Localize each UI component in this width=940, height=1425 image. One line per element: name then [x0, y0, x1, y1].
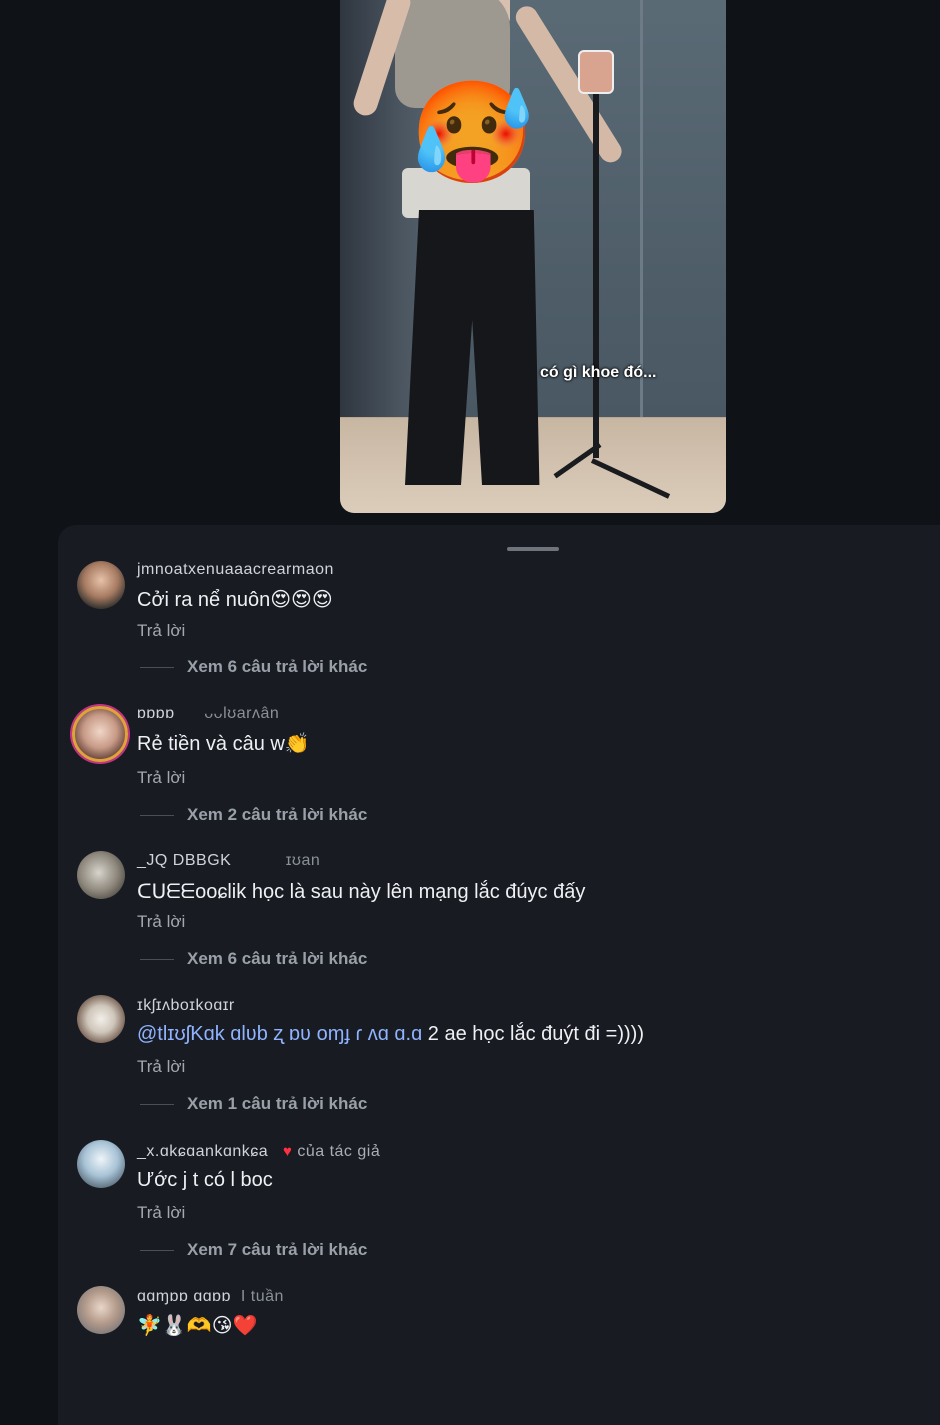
tripod-phone: [578, 50, 614, 94]
comment-username[interactable]: ɪkʃɪʌboɪkoɑɪr: [137, 997, 235, 1015]
comment-text: @tlɪʊʃKɑk ɑlʋb ʐ ɒʋ oɱɟ ɾ ʌɑ ɑ.ɑ 2 ae họ…: [137, 1023, 644, 1046]
comment-username[interactable]: ɑɑɱɒɒ ɑɑɒɒ I tuần: [137, 1288, 284, 1306]
view-more-replies-button[interactable]: Xem 6 câu trả lời khác: [187, 657, 367, 677]
username-text[interactable]: ɒɒɒɒ: [137, 705, 175, 722]
view-more-replies-button[interactable]: Xem 6 câu trả lời khác: [187, 949, 367, 969]
comment-username[interactable]: _x.ɑkɕɑankɑnkɕa ♥ của tác giả: [137, 1143, 380, 1161]
comment-text-body: Rẻ tiền và câu w: [137, 733, 285, 755]
more-replies-line: [140, 1104, 174, 1105]
view-more-replies-button[interactable]: Xem 7 câu trả lời khác: [187, 1240, 367, 1260]
comment-text: Cởi ra nể nuôn😍😍😍: [137, 587, 333, 612]
reply-button[interactable]: Trả lời: [137, 1203, 185, 1223]
video-caption: có gì khoe đó...: [540, 364, 657, 381]
view-more-replies-button[interactable]: Xem 2 câu trả lời khác: [187, 805, 367, 825]
comment-username[interactable]: jmnoatxenuaaacrearmaon: [137, 561, 334, 579]
username-text[interactable]: _JQ DBBGK: [137, 852, 231, 869]
video-player[interactable]: 🥵 có gì khoe đó...: [340, 0, 726, 513]
tripod-pole: [593, 78, 599, 458]
comment-text-prefix: ᑕᑌᗴᗴooɕlik: [137, 881, 247, 903]
reply-button[interactable]: Trả lời: [137, 621, 185, 641]
avatar[interactable]: [72, 706, 128, 762]
comment-time: I tuần: [240, 1288, 284, 1305]
avatar[interactable]: [77, 1140, 125, 1188]
more-replies-line: [140, 1250, 174, 1251]
comment-time: ᴗᴗlʊarʌân: [204, 705, 280, 722]
comment-username[interactable]: _JQ DBBGK ɪʊan: [137, 852, 320, 870]
avatar[interactable]: [77, 561, 125, 609]
comment-emojis: 👏: [284, 733, 310, 755]
comment-text: 🧚🐰🫶😘❤️: [137, 1313, 257, 1338]
avatar[interactable]: [77, 1286, 125, 1334]
comment-username[interactable]: ɒɒɒɒ ᴗᴗlʊarʌân: [137, 705, 279, 723]
comment-emojis: 😍😍😍: [270, 589, 333, 611]
username-text[interactable]: ɑɑɱɒɒ ɑɑɒɒ: [137, 1288, 231, 1305]
more-replies-line: [140, 959, 174, 960]
comment-text: Rẻ tiền và câu w👏: [137, 731, 310, 756]
avatar[interactable]: [77, 851, 125, 899]
comment-text-body: 2 ae học lắc đuýt đi =)))): [422, 1023, 644, 1045]
reply-button[interactable]: Trả lời: [137, 1057, 185, 1077]
more-replies-line: [140, 815, 174, 816]
sheet-drag-handle[interactable]: [507, 547, 559, 551]
comment-mention[interactable]: @tlɪʊʃKɑk ɑlʋb ʐ ɒʋ oɱɟ ɾ ʌɑ ɑ.ɑ: [137, 1023, 422, 1045]
username-text[interactable]: ɪkʃɪʌboɪkoɑɪr: [137, 997, 235, 1014]
heart-icon: ♥: [282, 1143, 293, 1160]
reply-button[interactable]: Trả lời: [137, 912, 185, 932]
username-text[interactable]: jmnoatxenuaaacrearmaon: [137, 561, 334, 578]
more-replies-line: [140, 667, 174, 668]
liked-by-author-label: của tác giả: [297, 1143, 381, 1160]
comment-text-body: Ước j t có l boc: [137, 1169, 273, 1191]
censor-emoji-icon: 🥵: [410, 77, 535, 189]
comment-emojis: 🧚🐰🫶😘❤️: [137, 1315, 258, 1337]
view-more-replies-button[interactable]: Xem 1 câu trả lời khác: [187, 1094, 367, 1114]
comment-text: ᑕᑌᗴᗴooɕlik học là sau này lên mạng lắc đ…: [137, 879, 585, 904]
comment-text: Ước j t có l boc: [137, 1169, 273, 1192]
avatar[interactable]: [77, 995, 125, 1043]
comment-text-body: Cởi ra nể nuôn: [137, 589, 271, 611]
comment-text-body: học là sau này lên mạng lắc đúyc đấy: [246, 881, 586, 903]
comment-time: ɪʊan: [285, 852, 321, 869]
reply-button[interactable]: Trả lời: [137, 768, 185, 788]
username-text[interactable]: _x.ɑkɕɑankɑnkɕa: [137, 1143, 268, 1160]
